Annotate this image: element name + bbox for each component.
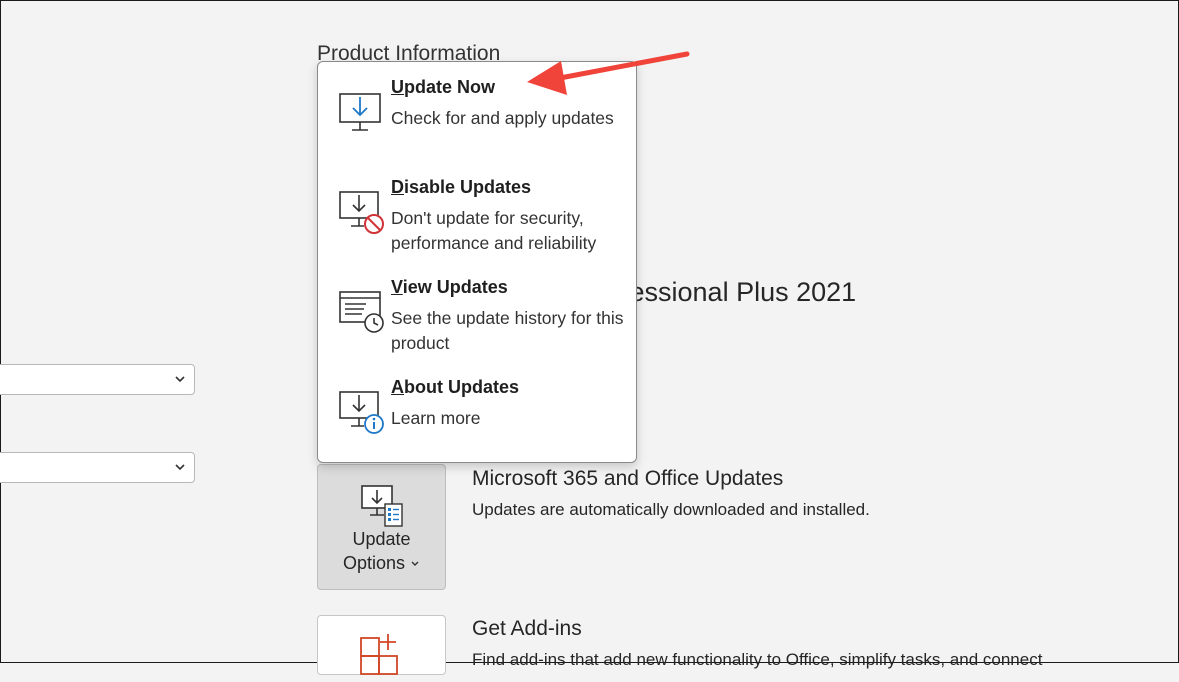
annotation-arrow-icon: [527, 51, 690, 95]
